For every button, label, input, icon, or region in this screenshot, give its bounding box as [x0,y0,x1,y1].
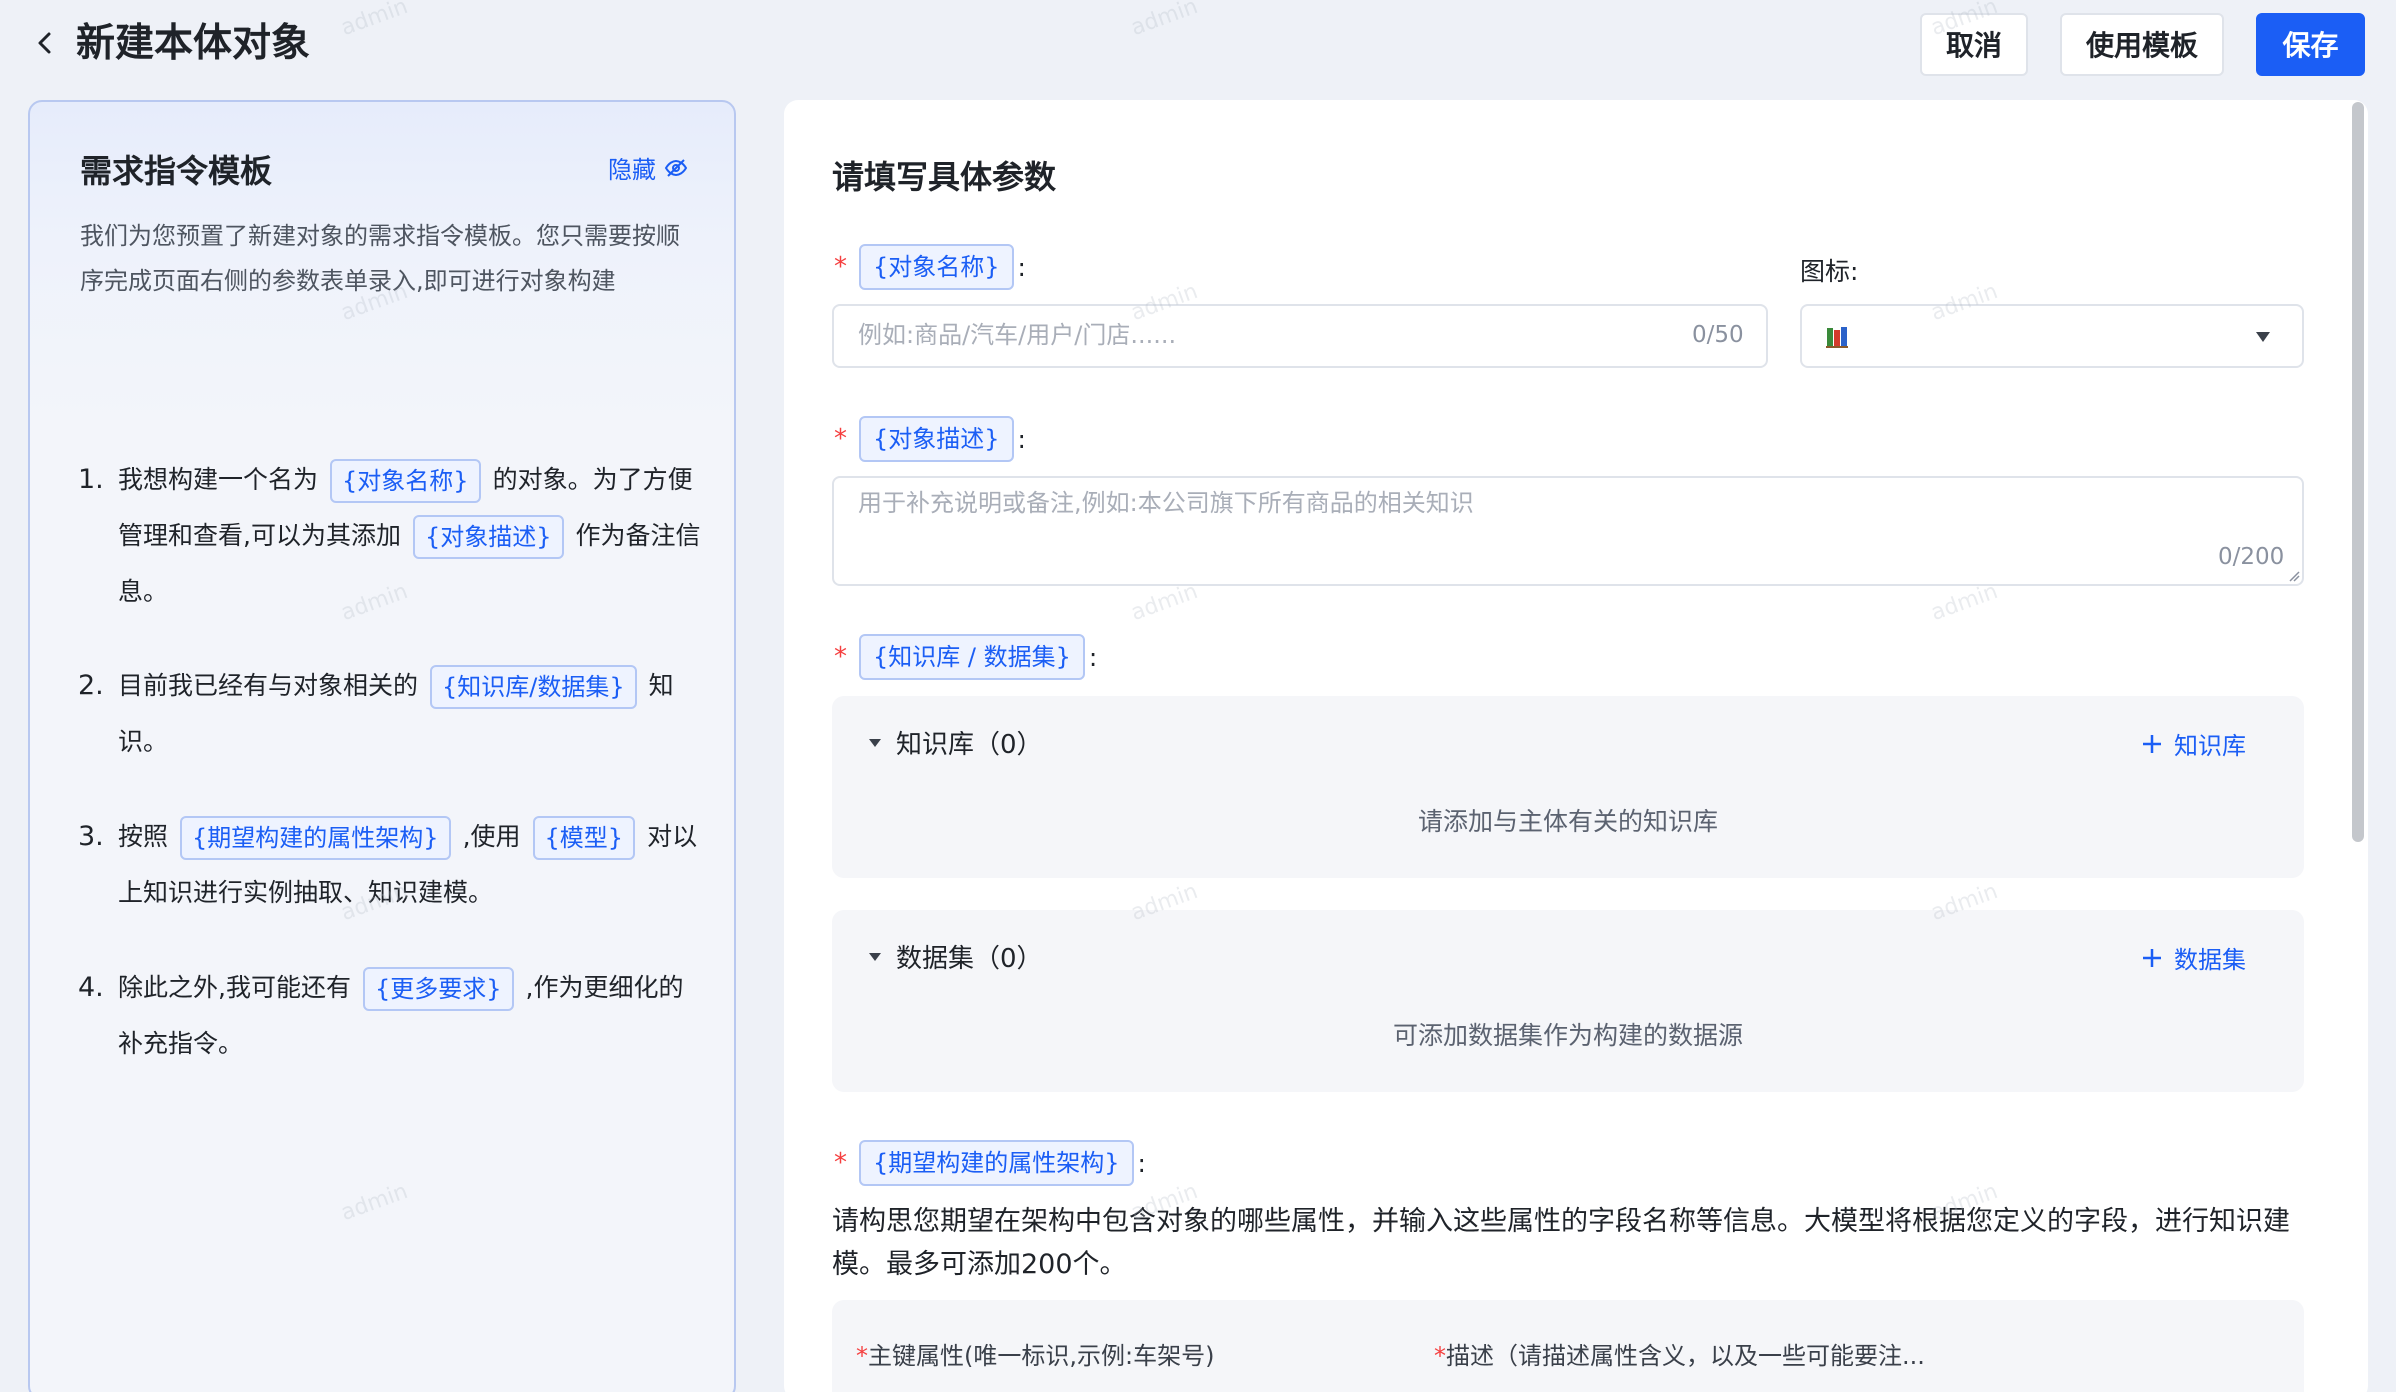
plus-icon [2143,734,2161,753]
use-template-button[interactable]: 使用模板 [2060,13,2224,76]
chip-attribute-schema[interactable]: {期望构建的属性架构} [180,816,451,860]
primary-key-label: *主键属性(唯一标识,示例:车架号) [856,1342,1215,1370]
hide-panel-button[interactable]: 隐藏 [608,150,688,185]
resize-handle-icon[interactable] [2288,570,2300,582]
step-text: 目前我已经有与对象相关的 [118,671,419,700]
chip-object-name[interactable]: {对象名称} [330,459,481,503]
books-icon [1826,327,1848,348]
add-dataset-button[interactable]: 数据集 [2140,940,2246,975]
panel-intro: 我们为您预置了新建对象的需求指令模板。您只需要按顺序完成页面右侧的参数表单录入,… [80,222,680,295]
page-header: 新建本体对象 取消 使用模板 保存 [0,0,2396,88]
step-number: 1. [78,464,104,495]
placeholder: 用于补充说明或备注,例如:本公司旗下所有商品的相关知识 [858,489,1474,517]
source-label: * {知识库 / 数据集}: [834,634,1097,680]
required-mark: * [834,252,847,282]
object-name-input[interactable]: 例如:商品/汽车/用户/门店...... [832,304,1768,368]
caret-down-icon [869,952,881,961]
chip-model[interactable]: {模型} [532,816,636,860]
object-description-label: * {对象描述}: [834,416,1026,462]
dataset-section: 数据集（0） 数据集 可添加数据集作为构建的数据源 [832,910,2304,1092]
cancel-button[interactable]: 取消 [1920,13,2028,76]
step-text: ,使用 [462,822,521,851]
step-number: 3. [78,821,104,852]
step-text: 除此之外,我可能还有 [118,973,351,1002]
knowledge-base-toggle[interactable]: 知识库（0） [868,724,1043,761]
eye-off-icon [664,158,688,177]
chip-object-description[interactable]: {对象描述} [412,515,564,559]
parameter-form-panel: 请填写具体参数 * {对象名称}: 例如:商品/汽车/用户/门店...... 0… [784,100,2368,1392]
step-number: 4. [78,972,104,1003]
scrollbar-thumb[interactable] [2352,102,2364,842]
icon-select[interactable] [1800,304,2304,368]
step-text: 我想构建一个名为 [118,465,319,494]
add-label: 数据集 [2174,946,2246,974]
step-4: 4. 除此之外,我可能还有 {更多要求} ,作为更细化的补充指令。 [78,960,708,1072]
page-title: 新建本体对象 [76,21,311,66]
object-name-tag: {对象名称} [859,244,1014,290]
panel-title: 需求指令模板 [80,152,273,190]
caret-down-icon [869,738,881,747]
dataset-toggle[interactable]: 数据集（0） [868,938,1043,975]
name-char-counter: 0/50 [1692,322,1744,348]
plus-icon [2143,948,2161,967]
required-mark: * [834,1148,847,1178]
hide-label: 隐藏 [608,156,656,184]
chip-more-requirements[interactable]: {更多要求} [362,967,514,1011]
attribute-schema-label: * {期望构建的属性架构}: [834,1140,1146,1186]
object-description-textarea[interactable]: 用于补充说明或备注,例如:本公司旗下所有商品的相关知识 [832,476,2304,586]
chevron-left-icon[interactable] [30,28,60,58]
icon-label: 图标: [1800,257,1859,286]
chip-knowledge-dataset[interactable]: {知识库/数据集} [430,665,637,709]
attribute-schema-tag: {期望构建的属性架构} [859,1140,1134,1186]
step-2: 2. 目前我已经有与对象相关的 {知识库/数据集} 知识。 [78,658,708,770]
placeholder: 例如:商品/汽车/用户/门店...... [858,321,1177,349]
form-title: 请填写具体参数 [832,158,1057,196]
section-title: 数据集（0） [896,944,1043,974]
required-mark: * [834,642,847,672]
attribute-description-label: *描述（请描述属性含义，以及一些可能要注... [1434,1342,1925,1370]
required-mark: * [834,424,847,454]
attribute-row: *主键属性(唯一标识,示例:车架号) *描述（请描述属性含义，以及一些可能要注.… [832,1300,2304,1392]
step-3: 3. 按照 {期望构建的属性架构} ,使用 {模型} 对以上知识进行实例抽取、知识建模。 [78,809,708,921]
knowledge-base-section: 知识库（0） 知识库 请添加与主体有关的知识库 [832,696,2304,878]
caret-down-icon [2256,332,2270,342]
save-button[interactable]: 保存 [2256,13,2365,76]
instruction-template-panel: 需求指令模板 隐藏 我们为您预置了新建对象的需求指令模板。您只需要按顺序完成页面… [28,100,736,1392]
add-knowledge-base-button[interactable]: 知识库 [2140,726,2246,761]
object-name-label: * {对象名称}: [834,244,1026,290]
source-tag: {知识库 / 数据集} [859,634,1085,680]
attribute-schema-description: 请构思您期望在架构中包含对象的哪些属性，并输入这些属性的字段名称等信息。大模型将… [832,1206,2290,1280]
empty-state-text: 可添加数据集作为构建的数据源 [1392,1021,1743,1050]
section-title: 知识库（0） [896,730,1043,760]
desc-char-counter: 0/200 [2218,544,2285,570]
step-number: 2. [78,670,104,701]
step-text: 按照 [118,822,169,851]
object-description-tag: {对象描述} [859,416,1014,462]
empty-state-text: 请添加与主体有关的知识库 [1417,807,1718,836]
add-label: 知识库 [2174,732,2246,760]
step-1: 1. 我想构建一个名为 {对象名称} 的对象。为了方便管理和查看,可以为其添加 {对象… [78,452,708,620]
